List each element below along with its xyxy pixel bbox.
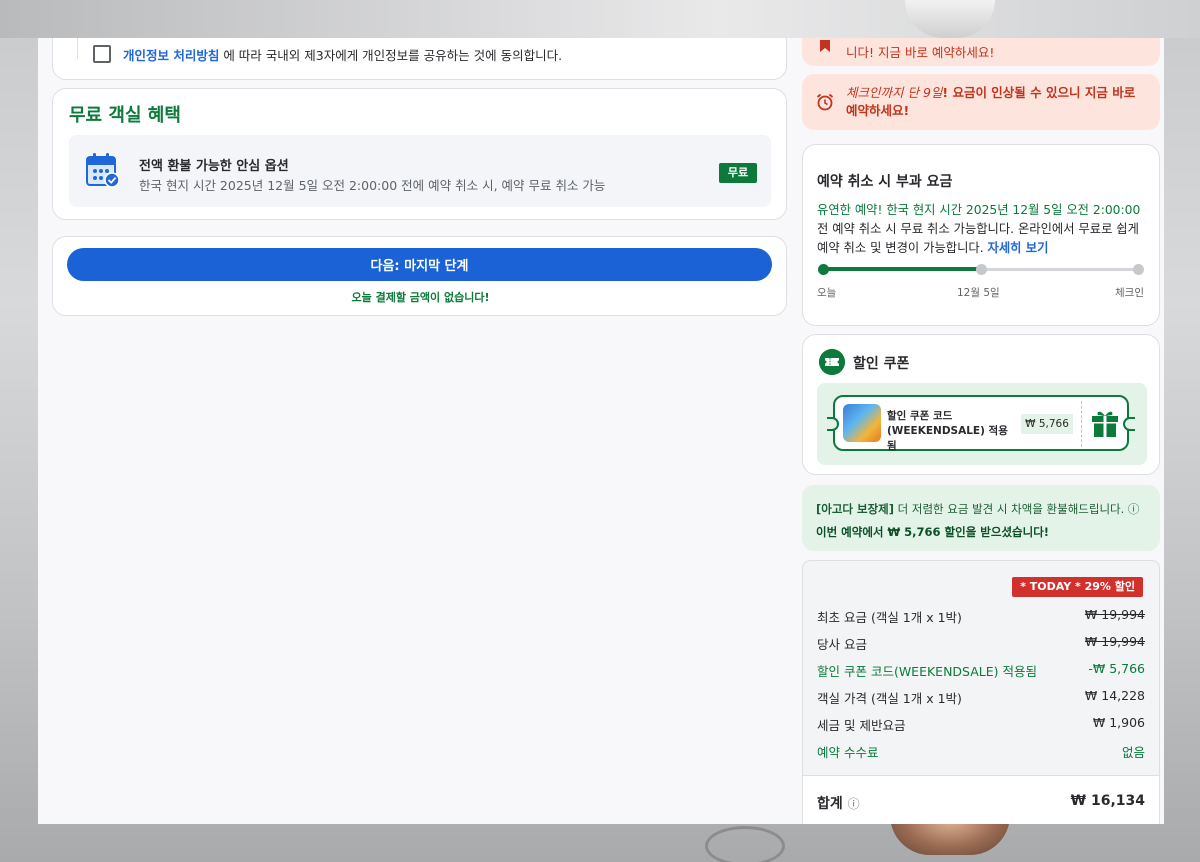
timeline-label-today: 오늘 <box>817 287 837 299</box>
coupon-applied-box: 할인 쿠폰 코드 (WEEKENDSALE) 적용됨 ₩ 5,766 <box>817 383 1147 465</box>
consent-label: 에 따라 국내외 제3자에게 개인정보를 공유하는 것에 동의합니다. <box>219 48 563 63</box>
consent-checkbox[interactable] <box>93 45 111 63</box>
price-row-taxes: 세금 및 제반요금 ₩ 1,906 <box>817 715 1145 734</box>
no-payment-note: 오늘 결제할 금액이 없습니다! <box>351 291 490 304</box>
free-benefit-card: 무료 객실 혜택 전액 환불 가능한 안심 옵션 한국 현지 시간 2025년 … <box>52 88 787 220</box>
guarantee-text: [아고다 보장제] 더 저렴한 요금 발견 시 차액을 환불해드립니다. ⓘ <box>816 501 1139 517</box>
ticket-notch-left <box>827 417 839 431</box>
cancellation-policy-card: 예약 취소 시 부과 요금 유연한 예약! 한국 현지 시간 2025년 12월… <box>802 144 1160 326</box>
checkin-alert-text: 체크인까지 단 9일! 요금이 인상될 수 있으니 지금 바로 예약하세요! <box>846 84 1146 120</box>
today-discount-badge: * TODAY * 29% 할인 <box>1012 577 1143 597</box>
price-breakdown-card: * TODAY * 29% 할인 최초 요금 (객실 1개 x 1박) ₩ 19,… <box>802 560 1160 824</box>
price-guarantee-banner: [아고다 보장제] 더 저렴한 요금 발견 시 차액을 환불해드립니다. ⓘ 이… <box>802 485 1160 551</box>
price-row-label: 당사 요금 <box>817 637 867 652</box>
price-row-value: 없음 <box>1121 745 1145 760</box>
consent-card: 개인정보 처리방침 에 따라 국내외 제3자에게 개인정보를 공유하는 것에 동… <box>52 38 787 80</box>
price-row-label: 세금 및 제반요금 <box>817 718 906 733</box>
price-row-our-rate: 당사 요금 ₩ 19,994 <box>817 634 1145 653</box>
guarantee-label: [아고다 보장제] <box>816 502 894 516</box>
privacy-policy-link[interactable]: 개인정보 처리방침 <box>123 48 219 63</box>
price-row-label: 최초 요금 (객실 1개 x 1박) <box>817 610 962 625</box>
benefit-description: 한국 현지 시간 2025년 12월 5일 오전 2:00:00 전에 예약 취… <box>139 178 606 193</box>
timeline-dot-checkin <box>1133 264 1144 275</box>
timeline-dot-deadline <box>976 264 987 275</box>
bookmark-icon <box>820 40 830 52</box>
urgency-alert-text: 니다! 지금 바로 예약하세요! <box>846 45 995 60</box>
gift-icon <box>1092 411 1118 437</box>
see-more-link[interactable]: 자세히 보기 <box>988 241 1049 255</box>
next-step-card: 다음: 마지막 단계 오늘 결제할 금액이 없습니다! <box>52 236 787 316</box>
next-step-button[interactable]: 다음: 마지막 단계 <box>67 248 772 281</box>
benefit-title: 무료 객실 혜택 <box>69 105 181 126</box>
timeline-label-deadline: 12월 5일 <box>957 287 1000 299</box>
total-row: 합계 ⓘ ₩ 16,134 <box>817 793 1145 813</box>
benefit-name: 전액 환불 가능한 안심 옵션 <box>139 159 289 174</box>
booking-page: 개인정보 처리방침 에 따라 국내외 제3자에게 개인정보를 공유하는 것에 동… <box>38 38 1164 824</box>
coupon-card: 할인 쿠폰 할인 쿠폰 코드 (WEEKENDSALE) 적용됨 ₩ 5,766 <box>802 334 1160 475</box>
price-row-value: ₩ 19,994 <box>1084 634 1145 649</box>
timeline-label-checkin: 체크인 <box>1115 287 1144 299</box>
timeline-progress <box>823 267 981 271</box>
cancellation-title: 예약 취소 시 부과 요금 <box>817 174 953 190</box>
cancellation-description: 유연한 예약! 한국 현지 시간 2025년 12월 5일 오전 2:00:00… <box>817 201 1147 258</box>
calendar-check-icon <box>86 153 120 188</box>
alarm-clock-icon <box>816 93 834 111</box>
price-row-label: 예약 수수료 <box>817 745 879 760</box>
guarantee-description: 더 저렴한 요금 발견 시 차액을 환불해드립니다. ⓘ <box>894 502 1140 516</box>
cancellation-detail-text: 전 예약 취소 시 무료 취소 가능합니다. 온라인에서 무료로 쉽게 예약 취… <box>817 222 1139 255</box>
timeline-dot-today <box>818 264 829 275</box>
price-row-original: 최초 요금 (객실 1개 x 1박) ₩ 19,994 <box>817 607 1145 626</box>
benefit-item: 전액 환불 가능한 안심 옵션 한국 현지 시간 2025년 12월 5일 오전… <box>69 135 771 207</box>
coupon-name: 할인 쿠폰 코드 (WEEKENDSALE) 적용됨 <box>887 410 1008 452</box>
coupon-icon <box>819 349 845 375</box>
total-value: ₩ 16,134 <box>1070 793 1145 809</box>
price-row-booking-fee: 예약 수수료 없음 <box>817 742 1145 761</box>
coupon-amount: ₩ 5,766 <box>1021 414 1073 434</box>
price-row-value: ₩ 1,906 <box>1092 715 1145 730</box>
price-row-label: 객실 가격 (객실 1개 x 1박) <box>817 691 962 706</box>
checkin-alert: 체크인까지 단 9일! 요금이 인상될 수 있으니 지금 바로 예약하세요! <box>802 74 1160 130</box>
consent-divider <box>77 38 78 59</box>
price-row-value: ₩ 14,228 <box>1084 688 1145 703</box>
checkin-countdown: 체크인까지 단 9일 <box>846 85 943 100</box>
savings-message: 이번 예약에서 ₩ 5,766 할인을 받으셨습니다! <box>816 525 1050 539</box>
ticket-divider <box>1081 401 1082 447</box>
coupon-title: 할인 쿠폰 <box>853 356 910 372</box>
urgency-alert: 니다! 지금 바로 예약하세요! <box>802 38 1160 66</box>
price-row-coupon: 할인 쿠폰 코드(WEEKENDSALE) 적용됨 -₩ 5,766 <box>817 661 1145 680</box>
ticket-notch-right <box>1123 417 1135 431</box>
cancellation-flexible-text: 유연한 예약! 한국 현지 시간 2025년 12월 5일 오전 2:00:00 <box>817 203 1141 217</box>
consent-text: 개인정보 처리방침 에 따라 국내외 제3자에게 개인정보를 공유하는 것에 동… <box>123 45 562 64</box>
price-row-room: 객실 가격 (객실 1개 x 1박) ₩ 14,228 <box>817 688 1145 707</box>
price-row-value: -₩ 5,766 <box>1088 661 1145 676</box>
background-ring <box>705 826 785 862</box>
price-row-label: 할인 쿠폰 코드(WEEKENDSALE) 적용됨 <box>817 664 1037 679</box>
total-label: 합계 <box>817 796 843 812</box>
free-badge: 무료 <box>719 163 757 183</box>
price-row-value: ₩ 19,994 <box>1084 607 1145 622</box>
coupon-promo-image <box>843 404 881 442</box>
coupon-ticket[interactable]: 할인 쿠폰 코드 (WEEKENDSALE) 적용됨 ₩ 5,766 <box>827 395 1135 452</box>
background-photo-top <box>0 0 1200 38</box>
info-icon[interactable]: ⓘ <box>848 797 860 811</box>
